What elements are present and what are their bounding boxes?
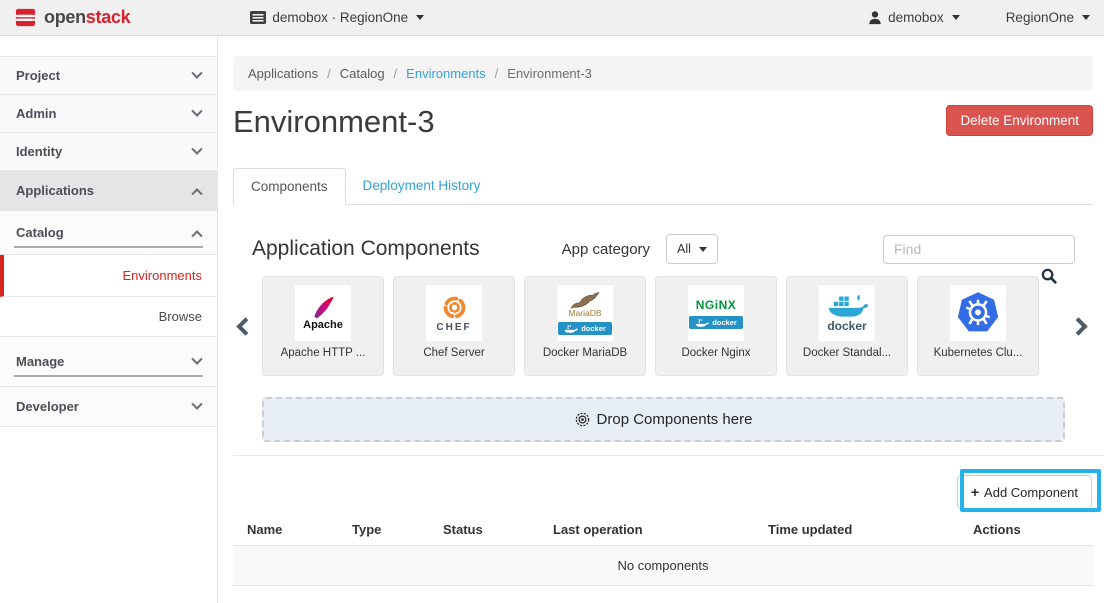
carousel-next-icon[interactable] — [1069, 317, 1087, 335]
user-menu[interactable]: demobox — [868, 10, 960, 25]
sidebar-item-catalog[interactable]: Catalog — [0, 211, 217, 255]
plus-icon: + — [971, 484, 979, 500]
search-icon[interactable] — [1041, 268, 1057, 284]
component-card-docker-nginx[interactable]: NGiNX docker Docker Nginx — [655, 276, 777, 376]
empty-row: No components — [233, 546, 1093, 586]
sidebar-item-project[interactable]: Project — [0, 57, 217, 95]
chevron-down-icon — [191, 105, 202, 116]
tab-deployment-history[interactable]: Deployment History — [346, 168, 498, 204]
sidebar-item-developer[interactable]: Developer — [0, 387, 217, 427]
caret-down-icon — [1082, 15, 1090, 20]
openstack-logo-icon — [14, 6, 37, 29]
col-time-updated: Time updated — [754, 518, 959, 546]
tab-components[interactable]: Components — [233, 168, 346, 205]
tab-bar: Components Deployment History — [233, 168, 1093, 205]
col-last-operation: Last operation — [539, 518, 754, 546]
sidebar-item-identity[interactable]: Identity — [0, 133, 217, 171]
empty-message: No components — [233, 546, 1093, 586]
breadcrumb-applications[interactable]: Applications — [248, 66, 318, 81]
sidebar-item-manage[interactable]: Manage — [0, 337, 217, 387]
table-header-row: Name Type Status Last operation Time upd… — [233, 518, 1093, 546]
col-status: Status — [429, 518, 539, 546]
user-label: demobox — [888, 10, 944, 25]
breadcrumb-catalog[interactable]: Catalog — [340, 66, 385, 81]
chevron-up-icon — [191, 188, 202, 199]
nginx-docker-logo-icon: NGiNX docker — [688, 285, 744, 341]
col-type: Type — [338, 518, 429, 546]
chevron-down-icon — [191, 67, 202, 78]
docker-badge: docker — [689, 316, 743, 329]
caret-down-icon — [952, 15, 960, 20]
target-icon — [575, 412, 590, 427]
col-actions: Actions — [959, 518, 1093, 546]
chevron-down-icon — [191, 143, 202, 154]
carousel-prev-icon[interactable] — [236, 317, 254, 335]
dropzone-text: Drop Components here — [597, 411, 753, 428]
component-card-kubernetes[interactable]: Kubernetes Clu... — [917, 276, 1039, 376]
breadcrumb-current: Environment-3 — [507, 66, 592, 81]
sidebar-item-applications[interactable]: Applications — [0, 171, 217, 211]
apache-logo-icon: Apache — [295, 285, 351, 341]
components-table: Name Type Status Last operation Time upd… — [233, 518, 1093, 586]
openstack-logo[interactable]: openstack — [14, 6, 130, 29]
delete-environment-button[interactable]: Delete Environment — [946, 105, 1093, 136]
page-title: Environment-3 — [233, 105, 435, 139]
project-list-icon — [250, 11, 266, 24]
chef-logo-icon: CHEF — [426, 285, 482, 341]
chevron-up-icon — [191, 230, 202, 241]
components-carousel: Apache Apache HTTP ... CHEF — [233, 276, 1093, 376]
sidebar-item-environments[interactable]: Environments — [0, 255, 217, 297]
chevron-down-icon — [191, 398, 202, 409]
region-label: RegionOne — [1006, 10, 1074, 25]
chevron-down-icon — [191, 353, 202, 364]
docker-badge: docker — [558, 322, 612, 335]
docker-logo-icon: docker — [819, 285, 875, 341]
sidebar-item-admin[interactable]: Admin — [0, 95, 217, 133]
main-content: Applications / Catalog / Environments / … — [218, 36, 1104, 603]
context-label: demobox · RegionOne — [272, 10, 408, 25]
component-card-docker-mariadb[interactable]: MariaDB docker Docker MariaDB — [524, 276, 646, 376]
sidebar-nav: Project Admin Identity Applications Cata… — [0, 36, 218, 603]
section-divider — [233, 455, 1104, 456]
breadcrumb: Applications / Catalog / Environments / … — [233, 56, 1093, 91]
component-card-apache[interactable]: Apache Apache HTTP ... — [262, 276, 384, 376]
application-components-heading: Application Components — [252, 237, 480, 261]
kubernetes-logo-icon — [950, 285, 1006, 341]
mariadb-docker-logo-icon: MariaDB docker — [557, 285, 613, 341]
sidebar-item-browse[interactable]: Browse — [0, 297, 217, 337]
app-category-dropdown[interactable]: All — [666, 234, 718, 264]
brand-wordmark: openstack — [44, 7, 130, 28]
add-component-button[interactable]: + Add Component — [957, 475, 1092, 509]
caret-down-icon — [416, 15, 424, 20]
caret-down-icon — [699, 247, 707, 252]
find-input[interactable] — [883, 235, 1075, 264]
project-region-switcher[interactable]: demobox · RegionOne — [250, 10, 424, 25]
breadcrumb-environments-link[interactable]: Environments — [406, 66, 485, 81]
drop-components-zone[interactable]: Drop Components here — [262, 397, 1065, 442]
top-navbar: openstack demobox · RegionOne demobox Re… — [0, 0, 1104, 36]
sidebar-spacer — [0, 36, 217, 57]
component-card-docker-standalone[interactable]: docker Docker Standal... — [786, 276, 908, 376]
app-category-label: App category — [562, 241, 650, 258]
component-card-chef[interactable]: CHEF Chef Server — [393, 276, 515, 376]
region-menu[interactable]: RegionOne — [1006, 10, 1090, 25]
user-icon — [868, 10, 882, 25]
col-name: Name — [233, 518, 338, 546]
